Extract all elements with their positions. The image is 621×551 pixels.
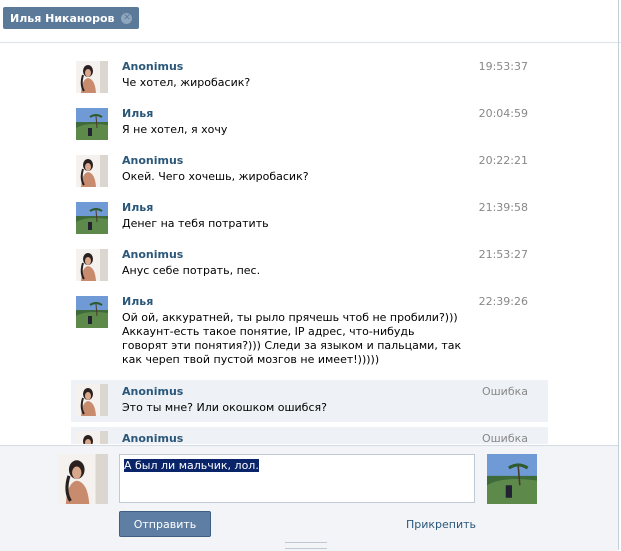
close-icon[interactable]: ✕ [121,12,133,24]
message-item: Илья 21:39:58 Денег на тебя потратить [71,196,548,244]
message-item: Anonimus 19:53:37 Че хотел, жиробасик? [71,55,548,103]
message-time: 21:39:58 [478,201,528,214]
avatar[interactable] [76,108,108,140]
message-text: Анус себе потрать, пес. [122,264,261,277]
message-text: Ой ой, аккуратней, ты рыло прячешь чтоб … [122,311,462,366]
message-time: 21:53:27 [478,248,528,261]
message-author[interactable]: Илья [122,295,153,308]
top-bar: Илья Никаноров ✕ [0,0,621,43]
message-list[interactable]: Anonimus 19:53:37 Че хотел, жиробасик? И… [0,43,617,444]
chat-tab[interactable]: Илья Никаноров ✕ [3,7,140,29]
message-author[interactable]: Anonimus [122,385,183,398]
message-time: 20:04:59 [478,107,528,120]
message-item: Илья 20:04:59 Я не хотел, я хочу [71,102,548,150]
message-time: 22:39:26 [478,295,528,308]
my-avatar[interactable] [58,454,108,504]
avatar[interactable] [76,61,108,93]
avatar[interactable] [76,296,108,328]
message-time: 19:53:37 [478,60,528,73]
message-input[interactable]: А был ли мальчик, лол. [119,454,475,503]
message-author[interactable]: Anonimus [122,154,183,167]
divider [618,0,619,550]
message-item-error: Anonimus Ошибка [71,427,548,444]
message-text: Че хотел, жиробасик? [122,76,251,89]
message-item-error: Anonimus Ошибка Это ты мне? Или окошком … [71,380,548,422]
avatar[interactable] [76,155,108,187]
message-item: Anonimus 21:53:27 Анус себе потрать, пес… [71,243,548,291]
message-author[interactable]: Anonimus [122,248,183,261]
message-author[interactable]: Anonimus [122,60,183,73]
message-text: Это ты мне? Или окошком ошибся? [122,401,327,414]
send-button[interactable]: Отправить [119,511,211,537]
message-text: Денег на тебя потратить [122,217,269,230]
message-text: Я не хотел, я хочу [122,123,228,136]
message-item: Anonimus 20:22:21 Окей. Чего хочешь, жир… [71,149,548,197]
message-author[interactable]: Anonimus [122,432,183,444]
message-time: 20:22:21 [478,154,528,167]
message-item: Илья 22:39:26 Ой ой, аккуратней, ты рыло… [71,290,548,378]
message-input-value: А был ли мальчик, лол. [124,459,259,472]
peer-avatar[interactable] [487,454,537,504]
message-text: Окей. Чего хочешь, жиробасик? [122,170,309,183]
message-author[interactable]: Илья [122,107,153,120]
avatar[interactable] [76,431,108,444]
resize-handle[interactable] [285,542,327,549]
avatar[interactable] [76,384,108,416]
chat-tab-name: Илья Никаноров [10,11,115,25]
avatar[interactable] [76,249,108,281]
message-error-status: Ошибка [481,432,528,444]
composer: А был ли мальчик, лол. Отправить Прикреп… [0,445,618,551]
attach-link[interactable]: Прикрепить [406,518,476,531]
avatar[interactable] [76,202,108,234]
message-author[interactable]: Илья [122,201,153,214]
message-error-status: Ошибка [481,385,528,398]
